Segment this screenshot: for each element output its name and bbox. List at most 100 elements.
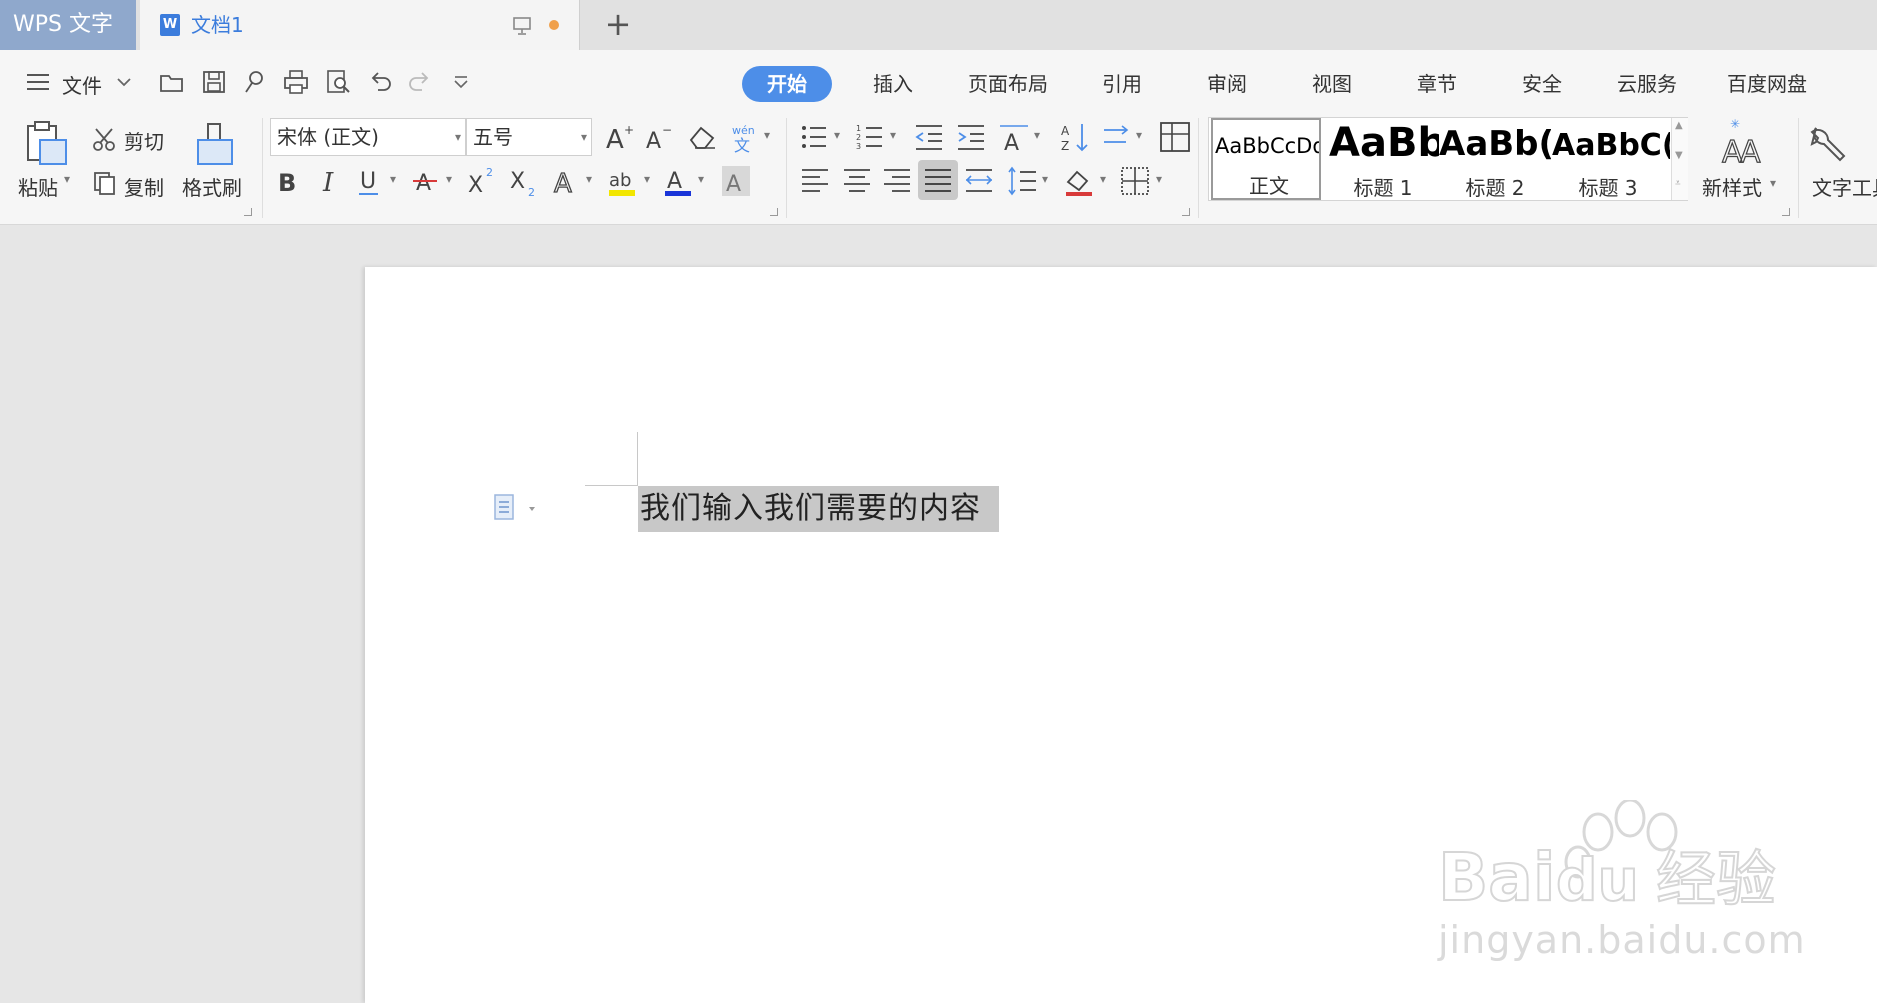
increase-indent-icon[interactable] [954, 120, 988, 154]
line-spacing-icon[interactable] [1006, 164, 1040, 198]
scissors-icon[interactable] [92, 126, 118, 152]
text-effect-dropdown-icon[interactable]: ▾ [586, 172, 592, 186]
italic-icon[interactable]: I [314, 164, 348, 198]
font-color-dropdown-icon[interactable]: ▾ [698, 172, 704, 186]
style-heading-2[interactable]: AaBb( 标题 2 [1439, 118, 1551, 200]
tab-chapter[interactable]: 章节 [1402, 66, 1472, 102]
font-color-icon[interactable]: A [662, 164, 696, 198]
paste-button[interactable]: 粘贴 [18, 172, 58, 201]
text-direction-dropdown-icon[interactable]: ▾ [1034, 128, 1040, 142]
highlight-icon[interactable]: ab [606, 164, 640, 198]
document-tab[interactable]: W 文档1 [140, 0, 580, 50]
subscript-icon[interactable]: X2 [508, 164, 542, 198]
monitor-icon[interactable] [512, 16, 532, 36]
character-shading-icon[interactable]: A [720, 164, 754, 198]
paragraph-dialog-launcher[interactable] [1182, 208, 1190, 216]
strikethrough-dropdown-icon[interactable]: ▾ [446, 172, 452, 186]
gallery-up-icon[interactable]: ▲ [1675, 120, 1683, 131]
styles-gallery-scroll[interactable]: ▲ ▼ ⩡ [1671, 118, 1688, 200]
cut-button[interactable]: 剪切 [124, 126, 164, 155]
style-heading-1[interactable]: AaBb 标题 1 [1327, 118, 1439, 200]
align-left-icon[interactable] [798, 164, 832, 198]
align-right-icon[interactable] [880, 164, 914, 198]
save-icon[interactable] [200, 68, 228, 96]
bold-icon[interactable]: B [272, 164, 306, 198]
copy-icon[interactable] [92, 170, 118, 196]
paste-icon[interactable] [22, 120, 70, 168]
gallery-down-icon[interactable]: ▼ [1675, 150, 1683, 161]
format-painter-icon[interactable] [194, 120, 236, 168]
style-normal[interactable]: AaBbCcDd 正文 [1211, 118, 1321, 200]
redo-icon[interactable] [406, 68, 434, 96]
open-folder-icon[interactable] [158, 68, 186, 96]
wrench-icon[interactable] [1806, 122, 1850, 166]
grow-font-icon[interactable]: A + [602, 120, 636, 154]
highlight-dropdown-icon[interactable]: ▾ [644, 172, 650, 186]
font-dialog-launcher[interactable] [770, 208, 778, 216]
style-heading-3[interactable]: AaBbC( 标题 3 [1552, 118, 1670, 200]
chevron-down-icon[interactable] [114, 68, 134, 96]
borders-dropdown-icon[interactable]: ▾ [1156, 172, 1162, 186]
export-icon[interactable] [242, 68, 270, 96]
superscript-icon[interactable]: X2 [466, 164, 500, 198]
app-tab[interactable]: WPS 文字 [0, 0, 136, 50]
shrink-font-icon[interactable]: A − [642, 120, 676, 154]
new-style-dropdown-icon[interactable]: ▾ [1770, 176, 1776, 190]
copy-button[interactable]: 复制 [124, 172, 164, 201]
selected-text[interactable]: 我们输入我们需要的内容 [638, 486, 999, 532]
strikethrough-icon[interactable]: A [410, 164, 444, 198]
customize-toolbar-icon[interactable] [450, 68, 472, 96]
numbering-icon[interactable]: 123 [854, 120, 888, 154]
align-center-icon[interactable] [840, 164, 874, 198]
paragraph-layout-icon[interactable] [493, 493, 541, 523]
new-style-icon[interactable]: ✳AA [1720, 118, 1764, 168]
clipboard-dialog-launcher[interactable] [244, 208, 252, 216]
phonetic-dropdown-icon[interactable]: ▾ [764, 128, 770, 142]
line-spacing-dropdown-icon[interactable]: ▾ [1042, 172, 1048, 186]
tab-start[interactable]: 开始 [742, 66, 832, 102]
new-tab-button[interactable]: + [600, 6, 636, 42]
new-style-button[interactable]: 新样式 [1702, 172, 1762, 201]
numbering-dropdown-icon[interactable]: ▾ [890, 128, 896, 142]
tab-review[interactable]: 审阅 [1192, 66, 1262, 102]
styles-dialog-launcher[interactable] [1782, 208, 1790, 216]
sort-icon[interactable]: AZ [1058, 120, 1092, 154]
hamburger-menu-icon[interactable] [24, 68, 52, 96]
print-icon[interactable] [282, 68, 310, 96]
tab-cloud-service[interactable]: 云服务 [1607, 66, 1687, 102]
text-tools-button[interactable]: 文字工具 [1812, 172, 1877, 201]
marks-dropdown-icon[interactable]: ▾ [1136, 128, 1142, 142]
tab-baidu-netdisk[interactable]: 百度网盘 [1712, 66, 1822, 102]
paste-dropdown-icon[interactable]: ▾ [64, 172, 70, 186]
tab-view[interactable]: 视图 [1297, 66, 1367, 102]
file-menu[interactable]: 文件 [62, 70, 102, 99]
print-preview-icon[interactable] [324, 68, 352, 96]
bullets-icon[interactable] [798, 120, 832, 154]
tab-insert[interactable]: 插入 [858, 66, 928, 102]
text-direction-icon[interactable]: A [998, 120, 1032, 154]
bullets-dropdown-icon[interactable]: ▾ [834, 128, 840, 142]
table-tools-icon[interactable] [1158, 120, 1192, 154]
tab-page-layout[interactable]: 页面布局 [958, 66, 1058, 102]
shading-icon[interactable] [1062, 164, 1096, 198]
underline-dropdown-icon[interactable]: ▾ [390, 172, 396, 186]
clear-format-icon[interactable] [685, 120, 719, 154]
distributed-align-icon[interactable] [962, 164, 996, 198]
undo-icon[interactable] [366, 68, 394, 96]
shading-dropdown-icon[interactable]: ▾ [1100, 172, 1106, 186]
underline-icon[interactable]: U [354, 164, 388, 198]
justify-icon[interactable] [921, 164, 955, 198]
decrease-indent-icon[interactable] [912, 120, 946, 154]
format-painter-button[interactable]: 格式刷 [182, 172, 242, 201]
text-effect-icon[interactable]: A [550, 164, 584, 198]
tab-references[interactable]: 引用 [1087, 66, 1157, 102]
gallery-more-icon[interactable]: ⩡ [1675, 178, 1681, 189]
svg-text:A: A [1004, 131, 1019, 154]
borders-icon[interactable] [1118, 164, 1152, 198]
svg-text:A: A [726, 172, 741, 197]
font-family-select[interactable]: 宋体 (正文) ▾ [270, 118, 466, 156]
show-hide-marks-icon[interactable] [1100, 120, 1134, 154]
tab-security[interactable]: 安全 [1507, 66, 1577, 102]
phonetic-guide-icon[interactable]: wén文 [728, 120, 762, 154]
font-size-select[interactable]: 五号 ▾ [466, 118, 592, 156]
